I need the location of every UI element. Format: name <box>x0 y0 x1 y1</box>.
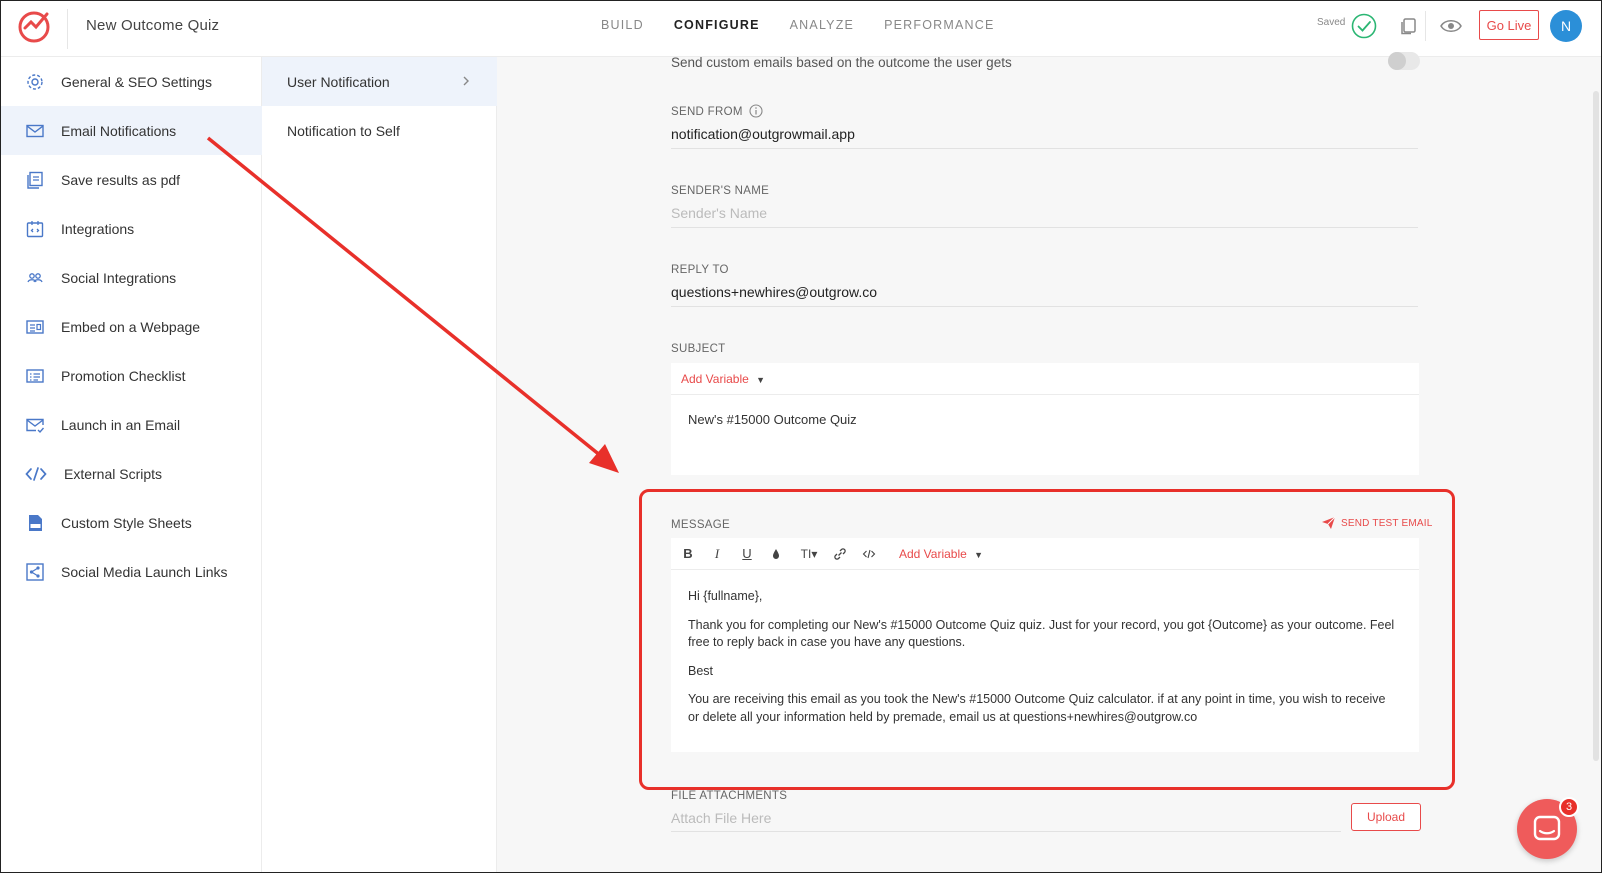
tab-analyze[interactable]: ANALYZE <box>790 18 854 32</box>
message-editor[interactable]: B I U TI▾ Add Variable ▼ Hi {fullname}, … <box>671 538 1419 752</box>
chat-bubble-icon <box>1533 815 1561 841</box>
sidebar-item-save-results-pdf[interactable]: Save results as pdf <box>1 155 262 204</box>
tab-build[interactable]: BUILD <box>601 18 644 32</box>
send-test-email-button[interactable]: SEND TEST EMAIL <box>1321 516 1433 530</box>
gear-icon <box>27 73 43 90</box>
sidebar-item-label: General & SEO Settings <box>61 73 212 90</box>
main-nav: BUILD CONFIGURE ANALYZE PERFORMANCE <box>601 18 995 32</box>
sidebar-item-label: Email Notifications <box>61 122 177 139</box>
italic-icon[interactable]: I <box>707 544 727 564</box>
sender-name-label: SENDER'S NAME <box>671 185 770 197</box>
text-color-drop-icon[interactable] <box>766 544 786 564</box>
pdf-icon <box>27 171 43 189</box>
submenu-item-notification-to-self[interactable]: Notification to Self <box>262 106 497 155</box>
duplicate-icon[interactable] <box>1397 15 1419 37</box>
subject-add-variable-dropdown[interactable]: Add Variable ▼ <box>681 372 765 386</box>
toggle-knob <box>1388 52 1406 70</box>
source-code-icon[interactable] <box>859 544 879 564</box>
submenu-item-label: Notification to Self <box>287 122 400 139</box>
chat-unread-badge: 3 <box>1559 797 1579 817</box>
app-title: New Outcome Quiz <box>86 17 220 34</box>
divider <box>67 9 68 49</box>
email-launch-icon <box>26 418 45 433</box>
message-paragraph: You are receiving this email as you took… <box>688 692 1386 724</box>
css-file-icon <box>29 514 42 531</box>
submenu: User Notification Notification to Self <box>262 57 497 872</box>
editor-toolbar: B I U TI▾ Add Variable ▼ <box>671 538 1419 570</box>
notification-description: Send custom emails based on the outcome … <box>671 55 1012 70</box>
link-icon[interactable] <box>830 544 850 564</box>
divider <box>1425 11 1426 41</box>
embed-icon <box>26 319 44 334</box>
sidebar-item-launch-email[interactable]: Launch in an Email <box>1 400 262 449</box>
message-paragraph: Thank you for completing our New's #1500… <box>688 617 1395 650</box>
code-icon <box>25 466 47 481</box>
sidebar-item-label: Launch in an Email <box>61 416 181 433</box>
sidebar-item-general-seo-settings[interactable]: General & SEO Settings <box>1 57 262 106</box>
sidebar-item-promotion-checklist[interactable]: Promotion Checklist <box>1 351 262 400</box>
paper-plane-icon <box>1322 516 1336 529</box>
info-icon[interactable] <box>749 104 763 118</box>
app-window: New Outcome Quiz BUILD CONFIGURE ANALYZE… <box>0 0 1602 873</box>
caret-down-icon: ▼ <box>974 550 984 560</box>
message-label: MESSAGE <box>671 519 730 531</box>
bold-icon[interactable]: B <box>678 544 698 564</box>
top-bar: New Outcome Quiz BUILD CONFIGURE ANALYZE… <box>1 1 1601 57</box>
sidebar-item-label: Custom Style Sheets <box>61 514 192 531</box>
go-live-button[interactable]: Go Live <box>1479 10 1539 40</box>
chevron-right-icon <box>463 76 469 86</box>
sidebar-item-email-notifications[interactable]: Email Notifications <box>1 106 262 155</box>
preview-eye-icon[interactable] <box>1439 15 1463 37</box>
attach-file-input[interactable]: Attach File Here <box>671 810 1341 832</box>
submenu-item-label: User Notification <box>287 73 390 90</box>
sidebar-item-embed-webpage[interactable]: Embed on a Webpage <box>1 302 262 351</box>
sidebar-item-label: External Scripts <box>64 465 163 482</box>
enable-notification-toggle[interactable] <box>1388 52 1420 70</box>
sidebar-item-custom-style-sheets[interactable]: Custom Style Sheets <box>1 498 262 547</box>
integrations-icon <box>26 220 44 237</box>
envelope-icon <box>26 124 44 137</box>
sidebar-item-label: Save results as pdf <box>61 171 181 188</box>
people-icon <box>27 272 43 282</box>
file-attachments-label: FILE ATTACHMENTS <box>671 790 788 802</box>
sidebar: General & SEO Settings Email Notificatio… <box>1 57 262 872</box>
sidebar-item-external-scripts[interactable]: External Scripts <box>1 449 262 498</box>
send-from-label: SEND FROM <box>671 104 763 118</box>
share-icon <box>26 562 44 581</box>
tab-performance[interactable]: PERFORMANCE <box>884 18 994 32</box>
underline-icon[interactable]: U <box>737 544 757 564</box>
scrollbar[interactable] <box>1593 91 1599 761</box>
send-test-label: SEND TEST EMAIL <box>1341 517 1433 529</box>
message-add-variable-dropdown[interactable]: Add Variable ▼ <box>899 547 983 561</box>
message-paragraph: Hi {fullname}, <box>688 589 763 603</box>
submenu-item-user-notification[interactable]: User Notification <box>262 57 497 106</box>
saved-status: Saved <box>1317 17 1346 28</box>
sidebar-item-label: Promotion Checklist <box>61 367 186 384</box>
message-body[interactable]: Hi {fullname}, Thank you for completing … <box>688 588 1398 737</box>
sender-name-input[interactable]: Sender's Name <box>671 205 1418 228</box>
send-from-field[interactable]: notification@outgrowmail.app <box>671 126 1418 149</box>
reply-to-label: REPLY TO <box>671 264 729 276</box>
sidebar-item-label: Social Integrations <box>61 269 177 286</box>
subject-editor[interactable]: Add Variable ▼ New's #15000 Outcome Quiz <box>671 363 1419 475</box>
subject-label: SUBJECT <box>671 343 726 355</box>
sidebar-item-label: Integrations <box>61 220 135 237</box>
subject-text[interactable]: New's #15000 Outcome Quiz <box>688 412 857 427</box>
caret-down-icon: ▼ <box>756 375 766 385</box>
divider <box>671 394 1419 395</box>
sidebar-item-label: Social Media Launch Links <box>61 563 228 580</box>
check-circle-icon <box>1351 13 1377 39</box>
avatar[interactable]: N <box>1550 10 1582 42</box>
outgrow-logo-icon[interactable] <box>16 8 52 44</box>
upload-button[interactable]: Upload <box>1351 803 1421 831</box>
reply-to-field[interactable]: questions+newhires@outgrow.co <box>671 284 1418 307</box>
checklist-icon <box>26 368 44 383</box>
tab-configure[interactable]: CONFIGURE <box>674 18 760 32</box>
sidebar-item-social-media-launch-links[interactable]: Social Media Launch Links <box>1 547 262 596</box>
message-paragraph: Best <box>688 663 714 678</box>
font-size-icon[interactable]: TI▾ <box>795 544 823 564</box>
sidebar-item-label: Embed on a Webpage <box>61 318 201 335</box>
sidebar-item-integrations[interactable]: Integrations <box>1 204 262 253</box>
sidebar-item-social-integrations[interactable]: Social Integrations <box>1 253 262 302</box>
